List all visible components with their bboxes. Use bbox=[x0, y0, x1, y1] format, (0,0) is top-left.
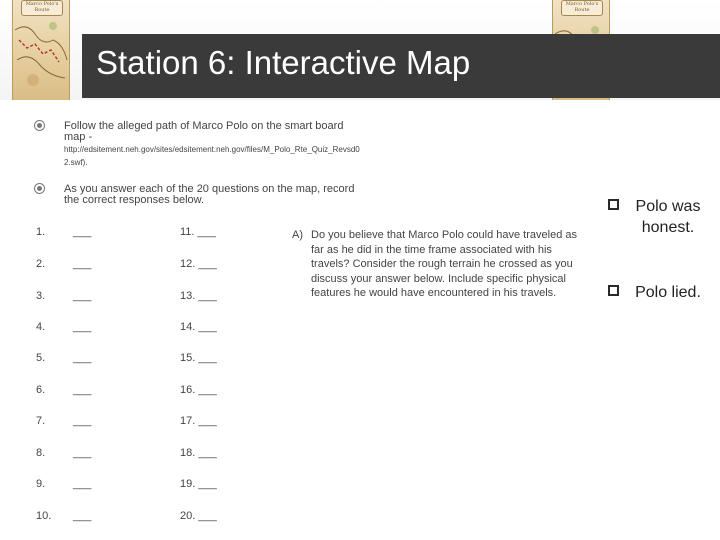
answer-blank[interactable]: ___ bbox=[73, 510, 91, 522]
checkbox-icon[interactable] bbox=[608, 285, 619, 296]
answer-blank[interactable]: ___ bbox=[73, 321, 91, 333]
answer-item[interactable]: 14. ___ bbox=[180, 321, 217, 333]
map-thumbnail-left: Marco Polo's Route bbox=[12, 0, 70, 100]
bullet-icon bbox=[34, 183, 45, 194]
answer-item[interactable]: 18. ___ bbox=[180, 447, 217, 459]
answer-number: 10. bbox=[36, 510, 52, 522]
question-text: Do you believe that Marco Polo could hav… bbox=[311, 229, 577, 299]
answer-item[interactable]: 16. ___ bbox=[180, 384, 217, 396]
answer-number: 9. bbox=[36, 478, 46, 490]
answer-blank[interactable]: ___ bbox=[73, 384, 91, 396]
map-banner-right: Marco Polo's Route bbox=[561, 0, 603, 16]
answer-item[interactable]: 13. ___ bbox=[180, 290, 217, 302]
instruction-2: As you answer each of the 20 questions o… bbox=[64, 183, 355, 206]
answer-item[interactable]: 12. ___ bbox=[180, 258, 217, 270]
answer-number: 3. bbox=[36, 290, 46, 302]
answer-number: 6. bbox=[36, 384, 46, 396]
answer-item[interactable]: 15. ___ bbox=[180, 352, 217, 364]
answer-blank[interactable]: ___ bbox=[73, 258, 91, 270]
answer-item[interactable]: 11. ___ bbox=[180, 226, 216, 238]
choice-label: Polo lied. bbox=[635, 284, 701, 301]
answer-number: 8. bbox=[36, 447, 46, 459]
instruction-1: Follow the alleged path of Marco Polo on… bbox=[64, 120, 344, 143]
answer-item[interactable]: 20. ___ bbox=[180, 510, 217, 522]
question-letter: A) bbox=[292, 229, 303, 241]
answer-blank[interactable]: ___ bbox=[73, 478, 91, 490]
choice-label: Polo was honest. bbox=[635, 198, 701, 236]
answer-number: 1. bbox=[36, 226, 46, 238]
answer-item[interactable]: 19. ___ bbox=[180, 478, 217, 490]
answer-blank[interactable]: ___ bbox=[73, 447, 91, 459]
checkbox-icon[interactable] bbox=[608, 199, 619, 210]
answer-blank[interactable]: ___ bbox=[73, 415, 91, 427]
map-url-link[interactable]: http://edsitement.neh.gov/sites/edsiteme… bbox=[64, 143, 364, 169]
answer-blank[interactable]: ___ bbox=[73, 290, 91, 302]
answer-number: 4. bbox=[36, 321, 46, 333]
answer-number: 2. bbox=[36, 258, 46, 270]
answer-number: 7. bbox=[36, 415, 46, 427]
bullet-icon bbox=[34, 120, 45, 131]
slide-title: Station 6: Interactive Map bbox=[96, 44, 471, 81]
answer-blank[interactable]: ___ bbox=[73, 226, 91, 238]
answer-blank[interactable]: ___ bbox=[73, 352, 91, 364]
answer-item[interactable]: 17. ___ bbox=[180, 415, 217, 427]
map-banner-left: Marco Polo's Route bbox=[21, 0, 63, 16]
question-a: A) Do you believe that Marco Polo could … bbox=[292, 228, 592, 301]
answer-number: 5. bbox=[36, 352, 46, 364]
